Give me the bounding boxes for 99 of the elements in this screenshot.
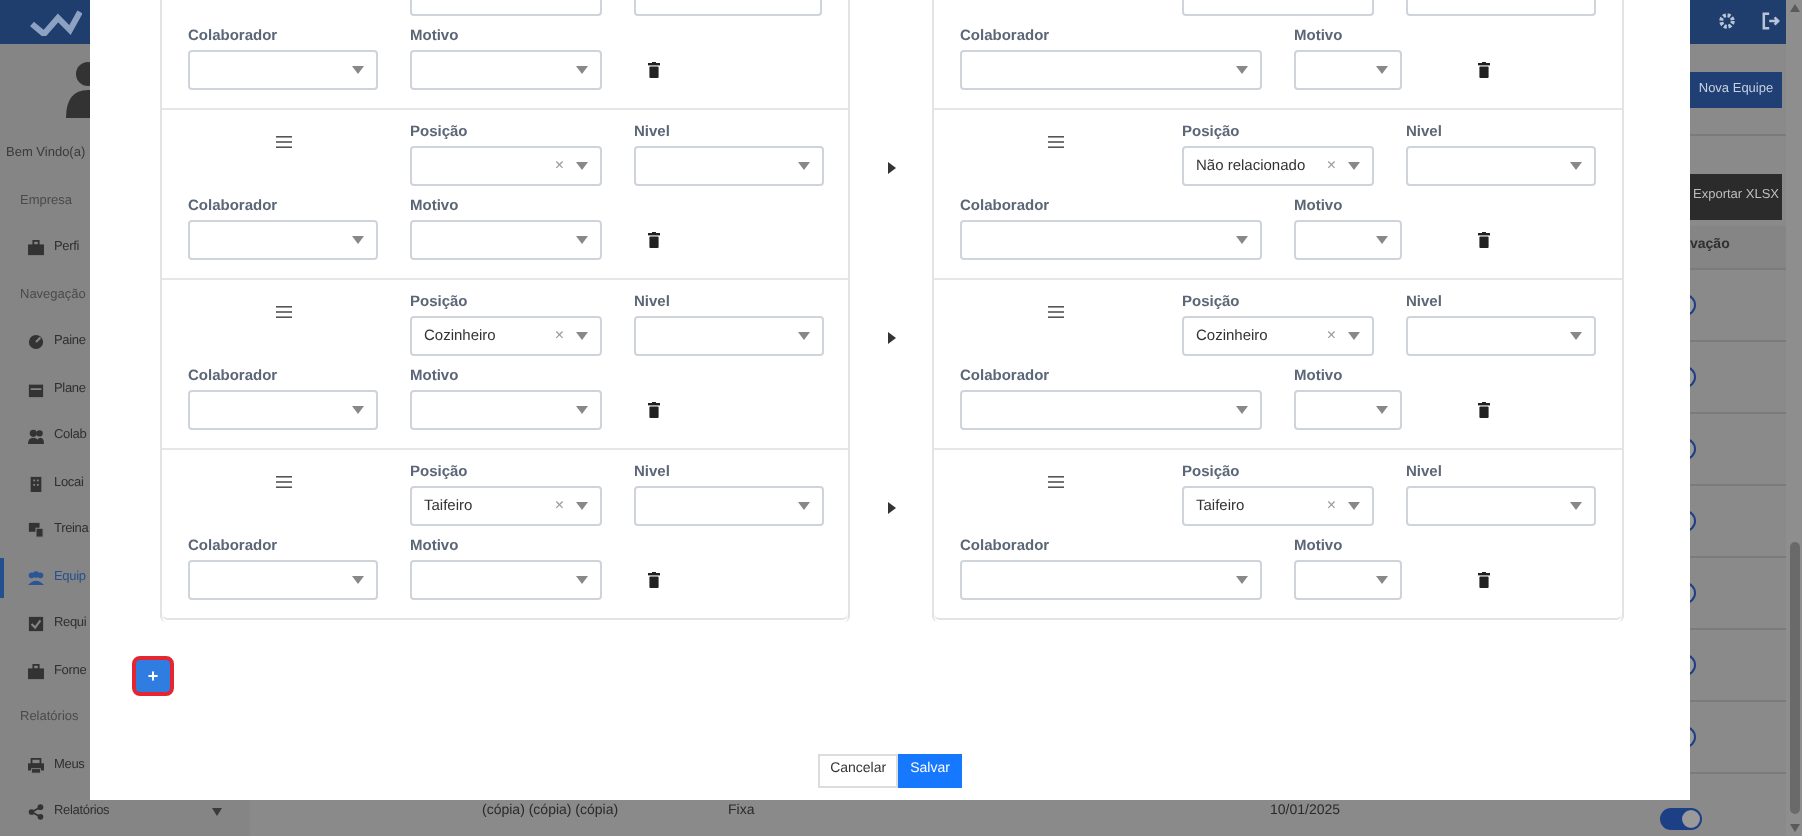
caret-icon (1376, 66, 1388, 74)
caret-icon (352, 576, 364, 584)
building-icon (28, 475, 44, 492)
select-field[interactable] (410, 220, 602, 260)
hamburger-icon[interactable] (1047, 136, 1063, 148)
select-field[interactable] (1406, 486, 1596, 526)
caret-icon (798, 162, 810, 170)
hamburger-icon[interactable] (275, 136, 291, 148)
select-field[interactable] (410, 50, 602, 90)
select-field[interactable] (1406, 0, 1596, 16)
caret-icon (798, 502, 810, 510)
scroll-up-icon[interactable] (1789, 4, 1799, 12)
select-field[interactable] (1294, 50, 1402, 90)
briefcase-icon (28, 240, 44, 257)
hamburger-icon[interactable] (275, 306, 291, 318)
caret-icon (1236, 576, 1248, 584)
clear-button[interactable]: × (1326, 154, 1336, 178)
checkmark-logo (30, 7, 82, 36)
screen-icon (28, 522, 44, 539)
caret-icon (576, 66, 588, 74)
caret-icon (1376, 236, 1388, 244)
caret-icon (1376, 406, 1388, 414)
select-field[interactable] (1294, 390, 1402, 430)
trash-icon[interactable] (1478, 572, 1490, 588)
trash-icon[interactable] (648, 232, 660, 248)
scroll-down-icon[interactable] (1789, 824, 1799, 832)
logout-icon[interactable] (1762, 12, 1780, 31)
select-field[interactable] (1182, 0, 1374, 16)
scrollbar-thumb[interactable] (1789, 542, 1799, 814)
caret-icon (1376, 576, 1388, 584)
caret-icon (1348, 332, 1360, 340)
caret-icon (1236, 236, 1248, 244)
select-field[interactable]: × (410, 146, 602, 186)
clear-button[interactable]: × (554, 154, 564, 178)
clear-button[interactable]: × (1326, 494, 1336, 518)
select-field[interactable] (410, 560, 602, 600)
add-button[interactable]: + (132, 656, 174, 696)
users-icon (28, 428, 44, 445)
select-field[interactable] (634, 486, 824, 526)
caret-icon (352, 236, 364, 244)
trash-icon[interactable] (1478, 402, 1490, 418)
select-field[interactable] (960, 50, 1262, 90)
select-field[interactable] (633, 0, 822, 16)
select-field[interactable] (960, 390, 1262, 430)
trash-icon[interactable] (648, 572, 660, 588)
settings-icon[interactable] (1718, 12, 1736, 31)
caret-icon (576, 236, 588, 244)
hamburger-icon[interactable] (1047, 476, 1063, 488)
caret-icon (576, 502, 588, 510)
checkbox-icon (28, 616, 44, 633)
select-field[interactable] (410, 390, 602, 430)
trash-icon[interactable] (1478, 62, 1490, 78)
caret-icon (1570, 502, 1582, 510)
trash-icon[interactable] (648, 402, 660, 418)
select-field[interactable] (960, 220, 1262, 260)
caret-icon (798, 332, 810, 340)
caret-icon (576, 162, 588, 170)
select-field[interactable] (634, 146, 824, 186)
clear-button[interactable]: × (1326, 324, 1336, 348)
caret-icon (1348, 502, 1360, 510)
hamburger-icon[interactable] (1047, 306, 1063, 318)
select-field[interactable] (1406, 146, 1596, 186)
caret-icon (576, 332, 588, 340)
caret-icon[interactable] (211, 808, 222, 817)
select-field[interactable] (634, 316, 824, 356)
caret-icon (1348, 162, 1360, 170)
caret-icon (352, 406, 364, 414)
select-field[interactable] (1294, 220, 1402, 260)
clear-button[interactable]: × (554, 324, 564, 348)
select-field[interactable] (188, 390, 378, 430)
select-field[interactable] (188, 560, 378, 600)
caret-icon (352, 66, 364, 74)
caret-icon (1236, 406, 1248, 414)
caret-right-icon (887, 162, 895, 174)
trash-icon[interactable] (648, 62, 660, 78)
clear-button[interactable]: × (554, 494, 564, 518)
caret-right-icon (887, 502, 895, 514)
select-field[interactable] (410, 0, 601, 16)
users-icon (28, 569, 44, 586)
hamburger-icon[interactable] (275, 476, 291, 488)
toggle-switch[interactable] (1660, 808, 1702, 830)
caret-icon (576, 406, 588, 414)
select-field[interactable] (1294, 560, 1402, 600)
trash-icon[interactable] (1478, 232, 1490, 248)
printer-icon (28, 757, 44, 774)
select-field[interactable] (1406, 316, 1596, 356)
caret-icon (1236, 66, 1248, 74)
caret-icon (1570, 332, 1582, 340)
calendar-icon (28, 381, 44, 398)
select-field[interactable] (188, 220, 378, 260)
select-field[interactable] (188, 50, 378, 90)
caret-icon (1570, 162, 1582, 170)
user-silhouette-icon (64, 57, 90, 117)
share-icon (28, 804, 44, 821)
caret-icon (576, 576, 588, 584)
briefcase-icon (28, 663, 44, 680)
select-field[interactable] (960, 560, 1262, 600)
caret-right-icon (887, 332, 895, 344)
gauge-icon (28, 334, 44, 351)
